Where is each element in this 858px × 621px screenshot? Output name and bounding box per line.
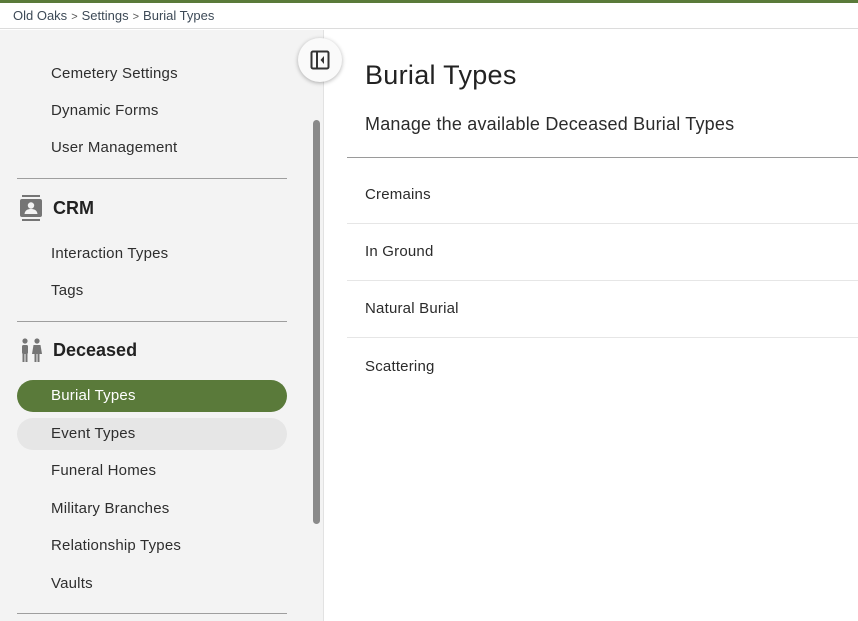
- sidebar-scrollbar[interactable]: [313, 120, 320, 524]
- sidebar-item-burial-types[interactable]: Burial Types: [17, 380, 287, 412]
- list-item[interactable]: Natural Burial: [347, 281, 858, 338]
- sidebar-item-cemetery-settings[interactable]: Cemetery Settings: [17, 58, 287, 90]
- sidebar-divider: [17, 613, 287, 614]
- page-title: Burial Types: [365, 60, 517, 90]
- sidebar-item-user-management[interactable]: User Management: [17, 132, 287, 164]
- sidebar-item-vaults[interactable]: Vaults: [17, 568, 287, 600]
- sidebar-item-tags[interactable]: Tags: [17, 275, 287, 307]
- header-divider: [347, 157, 858, 158]
- breadcrumb: Old Oaks > Settings > Burial Types: [0, 3, 858, 29]
- sidebar-divider: [17, 178, 287, 179]
- sidebar-item-event-types[interactable]: Event Types: [17, 418, 287, 450]
- section-title-crm: CRM: [53, 198, 94, 218]
- sidebar: Cemetery Settings Dynamic Forms User Man…: [0, 30, 324, 621]
- section-header-deceased: Deceased: [17, 335, 287, 365]
- section-title-deceased: Deceased: [53, 340, 138, 360]
- breadcrumb-item-burial-types: Burial Types: [143, 8, 215, 23]
- main-content: Burial Types Manage the available Deceas…: [325, 30, 858, 621]
- breadcrumb-item-settings[interactable]: Settings: [82, 8, 129, 23]
- people-icon: [19, 337, 43, 363]
- section-header-crm: CRM: [17, 193, 287, 223]
- sidebar-item-dynamic-forms[interactable]: Dynamic Forms: [17, 95, 287, 127]
- sidebar-item-military-branches[interactable]: Military Branches: [17, 493, 287, 525]
- list-item[interactable]: In Ground: [347, 224, 858, 281]
- sidebar-item-relationship-types[interactable]: Relationship Types: [17, 530, 287, 562]
- contact-book-icon: [19, 195, 43, 221]
- sidebar-divider: [17, 321, 287, 322]
- breadcrumb-item-old-oaks[interactable]: Old Oaks: [13, 8, 67, 23]
- sidebar-collapse-button[interactable]: [298, 38, 342, 82]
- breadcrumb-separator-icon: >: [132, 11, 140, 23]
- list-item[interactable]: Cremains: [347, 167, 858, 224]
- page-subtitle: Manage the available Deceased Burial Typ…: [365, 114, 735, 134]
- breadcrumb-separator-icon: >: [71, 11, 78, 23]
- sidebar-item-interaction-types[interactable]: Interaction Types: [17, 238, 287, 270]
- list-item[interactable]: Scattering: [347, 339, 858, 396]
- sidebar-item-funeral-homes[interactable]: Funeral Homes: [17, 455, 287, 487]
